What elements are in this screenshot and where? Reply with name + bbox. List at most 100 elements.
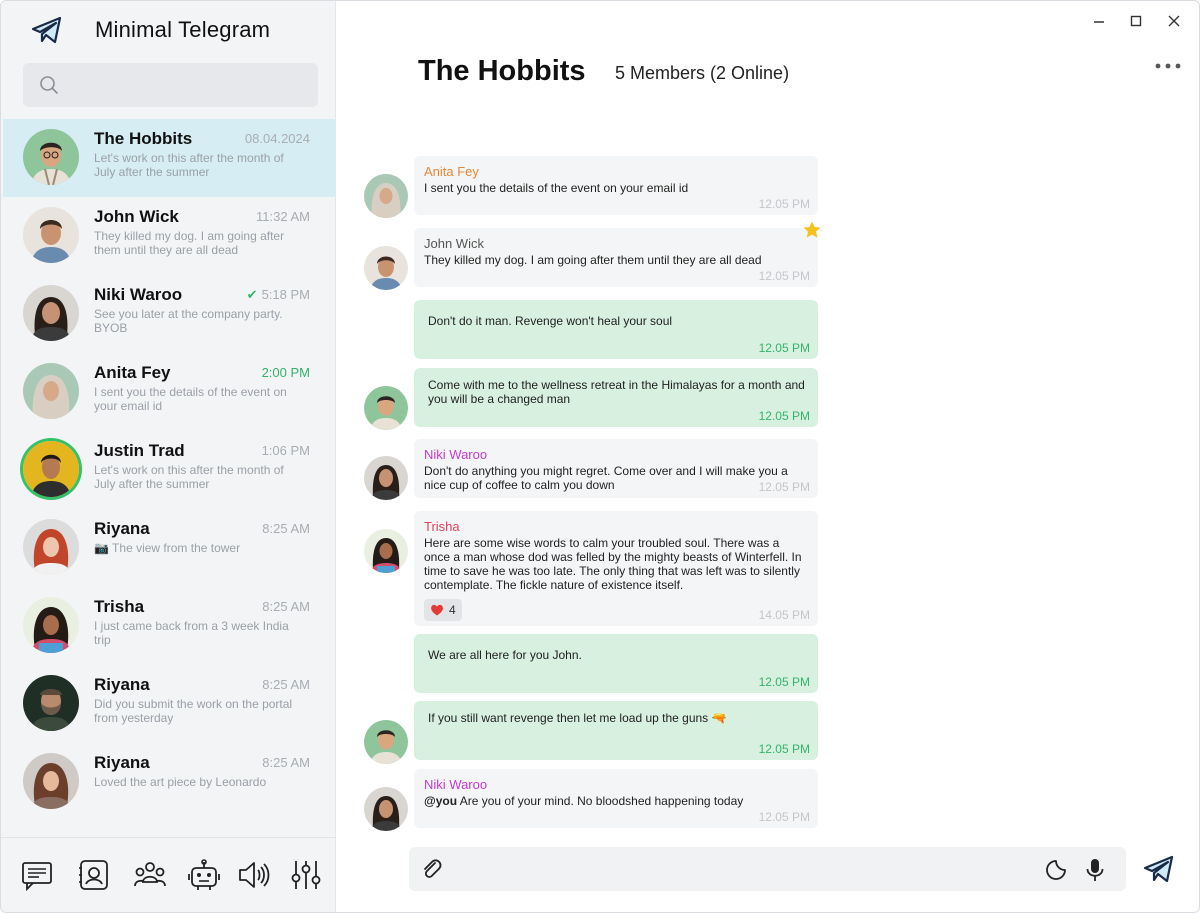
groups-icon[interactable]	[133, 858, 167, 892]
chat-preview: I just came back from a 3 week India tri…	[94, 619, 289, 647]
message-sender: Anita Fey	[424, 164, 479, 179]
telegram-logo-icon	[31, 16, 62, 44]
close-icon[interactable]	[1166, 13, 1182, 29]
message-bubble[interactable]: John Wick They killed my dog. I am going…	[414, 228, 818, 287]
chat-preview: 📷 The view from the tower	[94, 541, 241, 555]
chat-time-value: 5:18 PM	[261, 287, 310, 302]
message-time: 12.05 PM	[758, 675, 810, 689]
chat-name: Trisha	[94, 597, 145, 616]
message-composer[interactable]	[409, 847, 1126, 891]
sidebar: Minimal Telegram The Hobbits 08.04.2024 …	[1, 1, 336, 912]
message-time: 12.05 PM	[758, 409, 810, 423]
star-icon[interactable]	[802, 220, 822, 240]
chat-time: 1:06 PM	[261, 443, 310, 458]
message-time: 14.05 PM	[758, 608, 810, 622]
avatar	[364, 386, 408, 430]
app-window: Minimal Telegram The Hobbits 08.04.2024 …	[0, 0, 1200, 913]
message-text: Here are some wise words to calm your tr…	[424, 536, 802, 592]
message-sender: John Wick	[424, 236, 484, 251]
message-bubble[interactable]: Anita Fey I sent you the details of the …	[414, 156, 818, 215]
bot-icon[interactable]	[187, 858, 221, 892]
message-body: Are you of your mind. No bloodshed happe…	[459, 794, 744, 808]
message-bubble[interactable]: Niki Waroo Don't do anything you might r…	[414, 439, 818, 498]
avatar	[364, 246, 408, 290]
avatar	[364, 720, 408, 764]
chat-preview: They killed my dog. I am going after the…	[94, 229, 285, 257]
message-text: Come with me to the wellness retreat in …	[428, 378, 805, 406]
chat-item[interactable]: The Hobbits 08.04.2024 Let's work on thi…	[3, 119, 336, 197]
chat-name: Niki Waroo	[94, 285, 183, 304]
chat-time: 8:25 AM	[262, 521, 310, 536]
message-sender: Niki Waroo	[424, 447, 488, 462]
send-icon[interactable]	[1143, 854, 1175, 884]
avatar	[23, 129, 79, 185]
search-icon	[40, 76, 58, 94]
message-text: We are all here for you John.	[428, 648, 582, 662]
chat-item[interactable]: Riyana 8:25 AM 📷 The view from the tower	[3, 509, 336, 587]
chat-item[interactable]: Riyana 8:25 AM Loved the art piece by Le…	[3, 743, 336, 821]
mention[interactable]: @you	[424, 794, 457, 808]
avatar	[23, 597, 79, 653]
heart-icon	[431, 604, 443, 616]
microphone-icon[interactable]	[1085, 858, 1105, 882]
bottom-nav	[1, 837, 336, 912]
contacts-icon[interactable]	[77, 858, 111, 892]
chats-icon[interactable]	[21, 858, 55, 892]
chat-time: 8:25 AM	[262, 599, 310, 614]
chat-item[interactable]: Anita Fey 2:00 PM I sent you the details…	[3, 353, 336, 431]
message-bubble[interactable]: Come with me to the wellness retreat in …	[414, 368, 818, 427]
read-check-icon: ✔	[246, 287, 258, 302]
avatar	[23, 207, 79, 263]
avatar	[23, 363, 79, 419]
maximize-icon[interactable]	[1128, 13, 1144, 29]
chat-title: The Hobbits	[418, 55, 586, 87]
avatar	[23, 753, 79, 809]
avatar	[23, 675, 79, 731]
chat-item[interactable]: Justin Trad 1:06 PM Let's work on this a…	[3, 431, 336, 509]
chat-time: 2:00 PM	[261, 365, 310, 380]
chat-item[interactable]: Trisha 8:25 AM I just came back from a 3…	[3, 587, 336, 665]
chat-list: The Hobbits 08.04.2024 Let's work on thi…	[3, 119, 336, 821]
message-bubble[interactable]: Niki Waroo @you Are you of your mind. No…	[414, 769, 818, 828]
message-sender: Trisha	[424, 519, 460, 534]
avatar	[364, 456, 408, 500]
message-time: 12.05 PM	[758, 269, 810, 283]
message-bubble[interactable]: Don't do it man. Revenge won't heal your…	[414, 300, 818, 359]
avatar	[364, 529, 408, 573]
message-time: 12.05 PM	[758, 341, 810, 355]
avatar	[23, 519, 79, 575]
chat-name: Anita Fey	[94, 363, 171, 382]
chat-time: 8:25 AM	[262, 755, 310, 770]
reaction-badge[interactable]: 4	[424, 599, 462, 621]
speaker-icon[interactable]	[237, 858, 271, 892]
chat-item[interactable]: Niki Waroo ✔ 5:18 PM See you later at the…	[3, 275, 336, 353]
message-time: 12.05 PM	[758, 197, 810, 211]
minimize-icon[interactable]	[1091, 13, 1107, 29]
chat-item[interactable]: Riyana 8:25 AM Did you submit the work o…	[3, 665, 336, 743]
search-input[interactable]	[23, 63, 318, 107]
chat-time: ✔ 5:18 PM	[247, 287, 310, 303]
message-bubble[interactable]: Trisha Here are some wise words to calm …	[414, 511, 818, 626]
chat-preview: Let's work on this after the month of Ju…	[94, 463, 284, 491]
chat-name: The Hobbits	[94, 129, 193, 148]
chat-item[interactable]: John Wick 11:32 AM They killed my dog. I…	[3, 197, 336, 275]
message-time: 12.05 PM	[758, 810, 810, 824]
chat-preview: Did you submit the work on the portal fr…	[94, 697, 293, 725]
chat-preview: Loved the art piece by Leonardo	[94, 775, 267, 789]
chat-name: Riyana	[94, 519, 150, 538]
message-text: I sent you the details of the event on y…	[424, 181, 689, 195]
conversation-pane: The Hobbits 5 Members (2 Online) Anita F…	[336, 1, 1199, 912]
attach-icon[interactable]	[421, 858, 443, 880]
message-text: Don't do it man. Revenge won't heal your…	[428, 314, 673, 328]
settings-sliders-icon[interactable]	[289, 858, 323, 892]
avatar	[23, 441, 79, 497]
more-options-icon[interactable]	[1153, 57, 1183, 75]
message-bubble[interactable]: We are all here for you John. 12.05 PM	[414, 634, 818, 693]
chat-name: Riyana	[94, 753, 150, 772]
message-bubble[interactable]: If you still want revenge then let me lo…	[414, 701, 818, 760]
message-text: They killed my dog. I am going after the…	[424, 253, 762, 267]
chat-preview: Let's work on this after the month of Ju…	[94, 151, 284, 179]
sticker-icon[interactable]	[1045, 859, 1067, 881]
chat-preview: See you later at the company party. BYOB	[94, 307, 283, 335]
chat-name: Justin Trad	[94, 441, 185, 460]
